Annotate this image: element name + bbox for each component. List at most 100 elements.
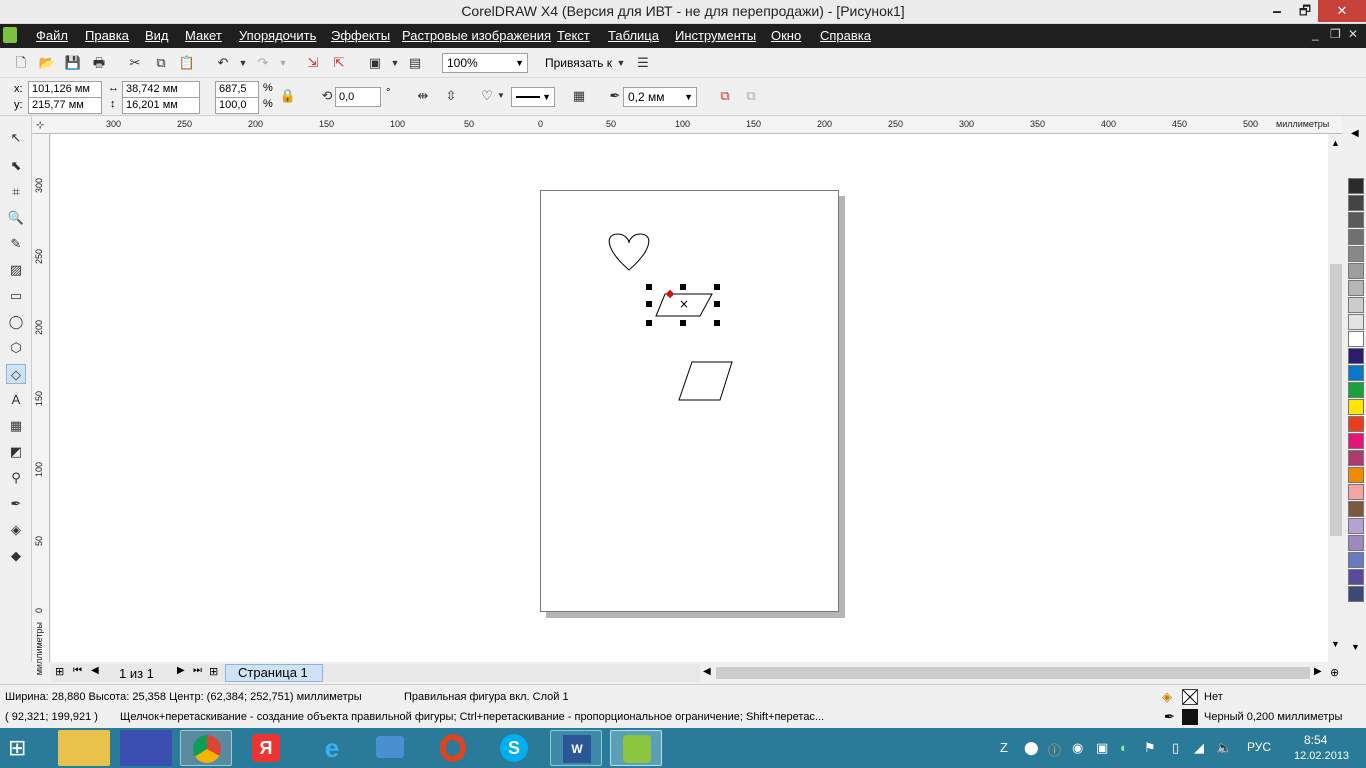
selection-handle[interactable]	[646, 301, 652, 307]
doc-minimize-button[interactable]: _	[1312, 27, 1319, 41]
copy-icon[interactable]: ⧉	[152, 54, 170, 72]
color-swatch[interactable]	[1348, 229, 1364, 245]
tray-eye-icon[interactable]: ◉	[1072, 740, 1083, 756]
vertical-ruler[interactable]: 300 250 200 150 100 50 0 миллиметры	[32, 134, 50, 675]
open-icon[interactable]: 📂	[38, 54, 56, 72]
page-tab[interactable]: Страница 1	[225, 664, 323, 682]
text-tool-icon[interactable]: A	[6, 390, 26, 410]
basic-shapes-tool-icon[interactable]: ◇	[6, 364, 26, 384]
menu-text[interactable]: Текст	[557, 28, 590, 43]
wrap-text-icon[interactable]: ▦	[570, 87, 588, 105]
snap-dropdown-icon[interactable]: ▼	[612, 54, 630, 72]
menu-help[interactable]: Справка	[820, 28, 871, 43]
color-swatch[interactable]	[1348, 501, 1364, 517]
new-document-icon[interactable]: 🗋	[12, 54, 30, 72]
menu-arrange[interactable]: Упорядочить	[239, 28, 316, 43]
yandex-browser-icon[interactable]: Я	[240, 730, 292, 766]
minimize-button[interactable]: 🗕	[1262, 0, 1292, 22]
zoom-navigator-icon[interactable]: ⊕	[1330, 666, 1339, 679]
color-swatch[interactable]	[1348, 280, 1364, 296]
previous-page-icon[interactable]: ◀	[91, 665, 99, 676]
start-button-icon[interactable]: ⊞	[8, 735, 26, 761]
selection-handle[interactable]	[714, 320, 720, 326]
fill-color-swatch[interactable]	[1182, 689, 1198, 705]
color-swatch[interactable]	[1348, 348, 1364, 364]
tray-app-icon[interactable]: Z	[1000, 740, 1008, 755]
undo-dropdown-icon[interactable]: ▼	[234, 54, 252, 72]
crop-tool-icon[interactable]: ⌗	[6, 182, 26, 202]
smart-fill-tool-icon[interactable]: ▨	[6, 260, 26, 280]
battery-icon[interactable]: ▯	[1172, 740, 1179, 756]
word-icon[interactable]: W	[550, 730, 602, 766]
menu-effects[interactable]: Эффекты	[331, 28, 390, 43]
color-swatch[interactable]	[1348, 535, 1364, 551]
network-adapter-icon[interactable]: ▣	[1096, 740, 1108, 756]
x-position-field[interactable]: 101,126 мм	[28, 81, 102, 98]
shape-control-point[interactable]	[665, 289, 675, 299]
palette-scroll-down-icon[interactable]: ▼	[1351, 642, 1360, 652]
vertical-scrollbar[interactable]: ▲ ▼	[1328, 134, 1344, 662]
color-swatch[interactable]	[1348, 263, 1364, 279]
save-app-icon[interactable]	[120, 730, 172, 766]
selection-handle[interactable]	[646, 284, 652, 290]
ruler-origin-icon[interactable]: ⊹	[36, 120, 44, 131]
info-icon[interactable]: ⓘ	[1048, 740, 1061, 759]
color-swatch[interactable]	[1348, 178, 1364, 194]
selection-handle[interactable]	[714, 284, 720, 290]
color-swatch[interactable]	[1348, 467, 1364, 483]
coreldraw-taskbar-icon[interactable]	[610, 730, 662, 766]
to-front-icon[interactable]: ⧉	[716, 87, 734, 105]
launcher-dropdown-icon[interactable]: ▼	[386, 54, 404, 72]
clock-time[interactable]: 8:54	[1304, 733, 1327, 747]
pick-tool-icon[interactable]: ↖	[6, 128, 26, 148]
color-swatch[interactable]	[1348, 195, 1364, 211]
color-swatch[interactable]	[1348, 433, 1364, 449]
menu-bitmaps[interactable]: Растровые изображения	[402, 28, 551, 43]
options-icon[interactable]: ☰	[634, 54, 652, 72]
cut-icon[interactable]: ✂	[126, 54, 144, 72]
object-width-field[interactable]: 38,742 мм	[122, 81, 200, 98]
vertical-scroll-thumb[interactable]	[1330, 264, 1342, 536]
input-language[interactable]: РУС	[1247, 740, 1271, 754]
selection-handle[interactable]	[680, 320, 686, 326]
interactive-blend-tool-icon[interactable]: ◩	[6, 442, 26, 462]
color-swatch[interactable]	[1348, 382, 1364, 398]
application-launcher-icon[interactable]: ▣	[366, 54, 384, 72]
redo-dropdown-icon[interactable]: ▼	[274, 54, 292, 72]
mirror-vertical-icon[interactable]: ⇳	[442, 87, 460, 105]
color-swatch[interactable]	[1348, 365, 1364, 381]
snap-to-button[interactable]: Привязать к	[545, 56, 612, 70]
app-icon[interactable]	[3, 27, 17, 43]
clock-date[interactable]: 12.02.2013	[1294, 750, 1349, 762]
add-page-after-icon[interactable]: ⊞	[209, 665, 218, 678]
wifi-icon[interactable]: ◢	[1194, 740, 1204, 756]
eyedropper-tool-icon[interactable]: ⚲	[6, 468, 26, 488]
polygon-tool-icon[interactable]: ⬡	[6, 338, 26, 358]
last-page-icon[interactable]: ⏭	[193, 665, 202, 676]
palette-scroll-up-icon[interactable]: ◀	[1351, 128, 1359, 139]
color-swatch[interactable]	[1348, 518, 1364, 534]
first-page-icon[interactable]: ⏮	[73, 665, 82, 676]
menu-window[interactable]: Окно	[771, 28, 801, 43]
horizontal-ruler[interactable]: 300 250 200 150 100 50 0 50 100 150 200 …	[32, 116, 1342, 134]
chrome-icon[interactable]	[180, 730, 232, 766]
export-icon[interactable]: ⇱	[330, 54, 348, 72]
menu-table[interactable]: Таблица	[608, 28, 659, 43]
mail-icon[interactable]	[364, 730, 416, 766]
interactive-fill-tool-icon[interactable]: ◆	[6, 546, 26, 566]
undo-icon[interactable]: ↶	[214, 54, 232, 72]
rotation-angle-field[interactable]: 0,0	[335, 87, 381, 107]
selection-handle[interactable]	[714, 301, 720, 307]
maximize-button[interactable]: 🗗	[1292, 0, 1318, 22]
color-swatch[interactable]	[1348, 552, 1364, 568]
color-swatch[interactable]	[1348, 297, 1364, 313]
welcome-screen-icon[interactable]: ▤	[406, 54, 424, 72]
close-button[interactable]: ✕	[1318, 0, 1366, 22]
freehand-tool-icon[interactable]: ✎	[6, 234, 26, 254]
color-swatch[interactable]	[1348, 586, 1364, 602]
ellipse-tool-icon[interactable]: ◯	[6, 312, 26, 332]
menu-file[interactable]: Файл	[36, 28, 68, 43]
paste-icon[interactable]: 📋	[178, 54, 196, 72]
menu-view[interactable]: Вид	[145, 28, 169, 43]
table-tool-icon[interactable]: ▦	[6, 416, 26, 436]
